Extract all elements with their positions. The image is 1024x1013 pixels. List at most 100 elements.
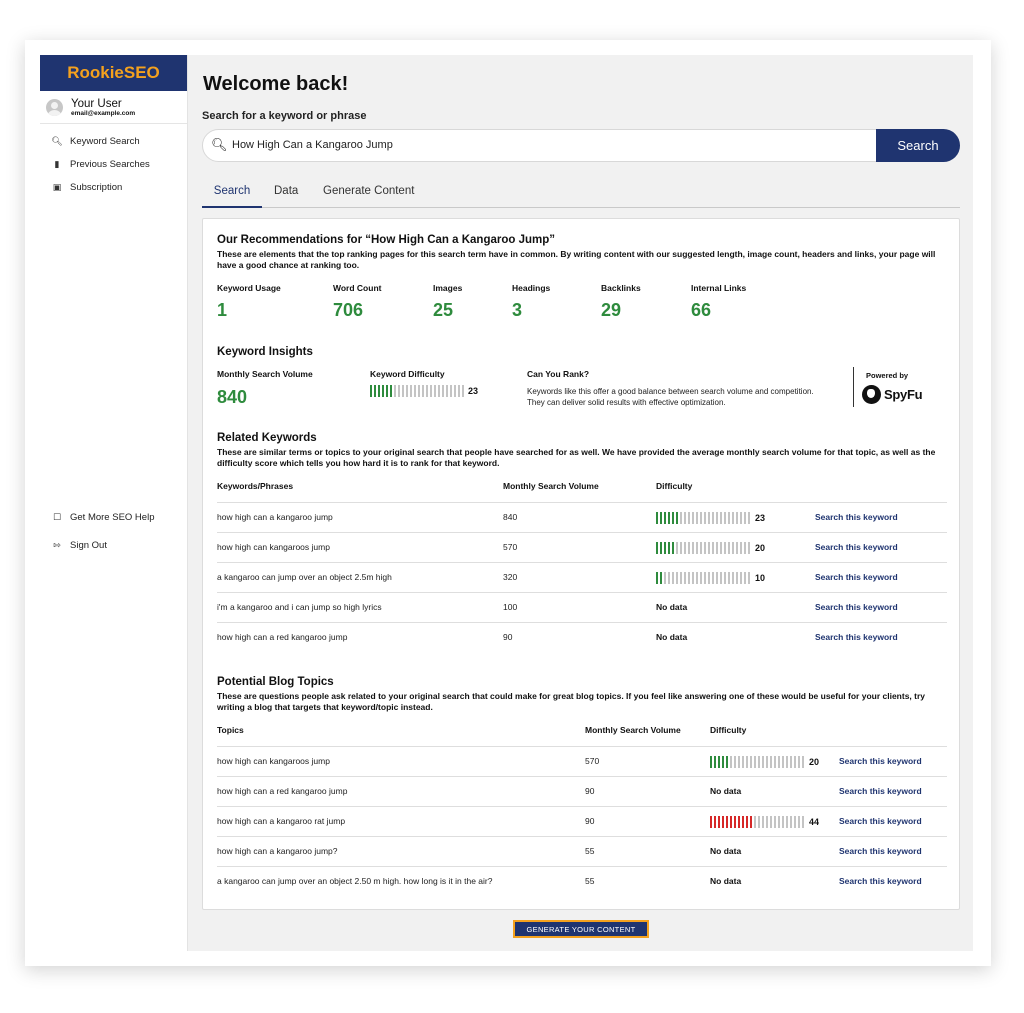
keyword-cell: how high can a kangaroo jump? [217,846,338,856]
gauge-tick [774,756,776,768]
stat-label-images: Images [433,283,463,293]
difficulty-cell: No data [656,632,688,642]
gauge-tick [704,512,706,524]
search-keyword-link[interactable]: Search this keyword [815,542,898,552]
gauge-tick [696,512,698,524]
search-keyword-link[interactable]: Search this keyword [815,572,898,582]
search-keyword-link[interactable]: Search this keyword [839,846,922,856]
difficulty-cell: 20 [809,757,820,767]
difficulty-gauge [656,512,752,524]
gauge-tick [378,385,380,397]
gauge-tick [672,542,674,554]
avatar [46,98,63,116]
gauge-tick [458,385,460,397]
table-row: how high can kangaroos jump 570 20 Search t… [217,746,947,776]
recommendations-title: Our Recommendations for “How High Can a … [217,234,556,246]
generate-content-button[interactable]: GENERATE YOUR CONTENT [513,920,649,938]
gauge-tick [454,385,456,397]
gauge-tick [712,572,714,584]
gauge-tick [794,756,796,768]
sidebar-bottom: ☐ Get More SEO Help ⇰ Sign Out [40,503,187,559]
can-you-rank-text: Keywords like this offer a good balance … [527,387,814,407]
volume-value: 840 [217,387,248,407]
stat-label-keyword-usage: Keyword Usage [217,283,281,293]
help-chat-icon: ☐ [52,511,62,522]
user-profile[interactable]: Your User email@example.com [40,91,187,124]
sidebar-item-subscription[interactable]: ▣ Subscription [40,176,187,199]
gauge-tick [676,572,678,584]
gauge-tick [802,816,804,828]
difficulty-cell: No data [710,846,742,856]
gauge-tick [418,385,420,397]
column-header-volume: Monthly Search Volume [585,725,681,735]
volume-cell: 320 [503,572,518,582]
gauge-tick [680,542,682,554]
search-keyword-link[interactable]: Search this keyword [815,632,898,642]
gauge-tick [736,572,738,584]
gauge-tick [660,512,662,524]
gauge-tick [728,542,730,554]
gauge-tick [750,756,752,768]
gauge-tick [438,385,440,397]
gauge-tick [688,572,690,584]
user-name: Your User [71,97,122,110]
gauge-tick [700,542,702,554]
stat-label-backlinks: Backlinks [601,283,641,293]
search-keyword-link[interactable]: Search this keyword [839,876,922,886]
app-logo[interactable]: RookieSEO [40,55,187,91]
gauge-tick [684,542,686,554]
volume-cell: 55 [585,876,595,886]
gauge-tick [778,756,780,768]
gauge-tick [414,385,416,397]
volume-cell: 100 [503,602,518,612]
difficulty-label: Keyword Difficulty [370,369,445,379]
insights-title: Keyword Insights [217,346,313,358]
gauge-tick [446,385,448,397]
gauge-tick [656,512,658,524]
gauge-tick [660,572,662,584]
gauge-tick [720,542,722,554]
search-keyword-link[interactable]: Search this keyword [839,816,922,826]
tab-generate-content[interactable]: Generate Content [323,185,414,208]
tab-data[interactable]: Data [274,185,298,208]
difficulty-gauge [656,572,752,584]
gauge-tick [728,512,730,524]
search-keyword-link[interactable]: Search this keyword [815,512,898,522]
app-window: RookieSEO Your User email@example.com 🔍︎… [25,40,991,966]
gauge-tick [710,756,712,768]
gauge-tick [374,385,376,397]
gauge-tick [736,542,738,554]
spyfu-logo: SpyFu [862,385,923,404]
sidebar-item-keyword-search[interactable]: 🔍︎ Keyword Search [40,130,187,153]
gauge-tick [676,542,678,554]
search-button[interactable]: Search [876,129,960,162]
gauge-tick [430,385,432,397]
search-keyword-link[interactable]: Search this keyword [839,756,922,766]
gauge-tick [664,512,666,524]
sidebar-item-sign-out[interactable]: ⇰ Sign Out [40,531,187,559]
difficulty-cell: 23 [755,513,766,523]
gauge-tick [718,756,720,768]
sidebar-item-previous-searches[interactable]: ▮ Previous Searches [40,153,187,176]
difficulty-cell: No data [710,876,742,886]
tab-bar: Search Data Generate Content [202,185,960,208]
search-keyword-link[interactable]: Search this keyword [815,602,898,612]
difficulty-gauge [710,756,806,768]
difficulty-gauge [370,385,466,397]
sidebar-item-label: Subscription [70,182,123,193]
search-keyword-link[interactable]: Search this keyword [839,786,922,796]
difficulty-cell: No data [656,602,688,612]
table-row: how high can a red kangaroo jump 90 No dat… [217,776,947,806]
blog-description: These are questions people ask related t… [217,691,926,712]
tab-search[interactable]: Search [202,185,262,208]
sidebar-item-seo-help[interactable]: ☐ Get More SEO Help [40,503,187,531]
gauge-tick [730,816,732,828]
gauge-tick [728,572,730,584]
gauge-tick [668,542,670,554]
gauge-tick [770,816,772,828]
search-input[interactable] [232,139,862,151]
gauge-tick [710,816,712,828]
sidebar-item-label: Sign Out [70,539,107,551]
gauge-tick [708,512,710,524]
spyfu-icon [862,385,881,404]
